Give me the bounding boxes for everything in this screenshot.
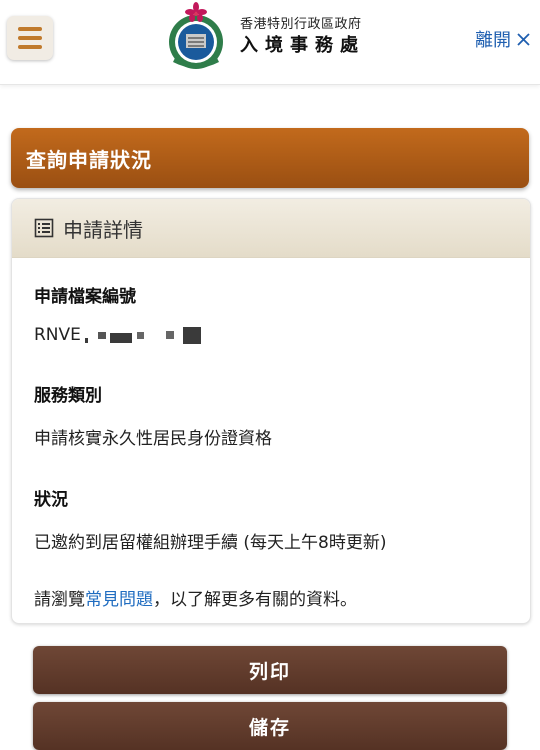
immigration-emblem-logo <box>169 2 223 69</box>
top-header: 香港特別行政區政府 入境事務處 離開 <box>0 0 540 85</box>
file-number-text: RNVE <box>34 325 81 345</box>
file-number-label: 申請檔案編號 <box>34 287 136 307</box>
panel-header: 申請詳情 <box>12 199 530 258</box>
leave-label: 離開 <box>475 30 511 51</box>
document-list-icon <box>34 218 54 238</box>
file-number-value: RNVE <box>34 325 508 345</box>
faq-suffix: ，以了解更多有關的資料。 <box>153 590 357 610</box>
faq-prefix: 請瀏覽 <box>34 590 85 610</box>
leave-button[interactable]: 離開 <box>475 26 530 52</box>
service-type-label: 服務類別 <box>34 386 102 406</box>
page-title: 查詢申請狀況 <box>11 128 529 188</box>
print-button[interactable]: 列印 <box>33 646 507 694</box>
status-label: 狀況 <box>34 490 68 510</box>
service-type-value: 申請核實永久性居民身份證資格 <box>34 429 272 449</box>
department-name-line1: 香港特別行政區政府 <box>240 17 362 32</box>
department-name: 香港特別行政區政府 入境事務處 <box>240 18 365 55</box>
save-button[interactable]: 儲存 <box>33 702 507 750</box>
faq-link[interactable]: 常見問題 <box>85 590 153 610</box>
application-details-panel: 申請詳情 申請檔案編號 RNVE 服務類別 申請核實永久性居民身份證資格 狀況 … <box>11 198 531 624</box>
panel-title: 申請詳情 <box>63 217 143 242</box>
faq-notice: 請瀏覽常見問題，以了解更多有關的資料。 <box>34 585 508 610</box>
redacted-digits <box>84 326 201 344</box>
status-value: 已邀約到居留權組辦理手續 (每天上午8時更新) <box>34 533 387 553</box>
panel-body: 申請檔案編號 RNVE 服務類別 申請核實永久性居民身份證資格 狀況 已邀約到居… <box>12 258 530 610</box>
department-name-line2: 入境事務處 <box>240 35 365 56</box>
close-icon <box>517 32 530 46</box>
hamburger-menu-icon[interactable] <box>7 16 53 60</box>
